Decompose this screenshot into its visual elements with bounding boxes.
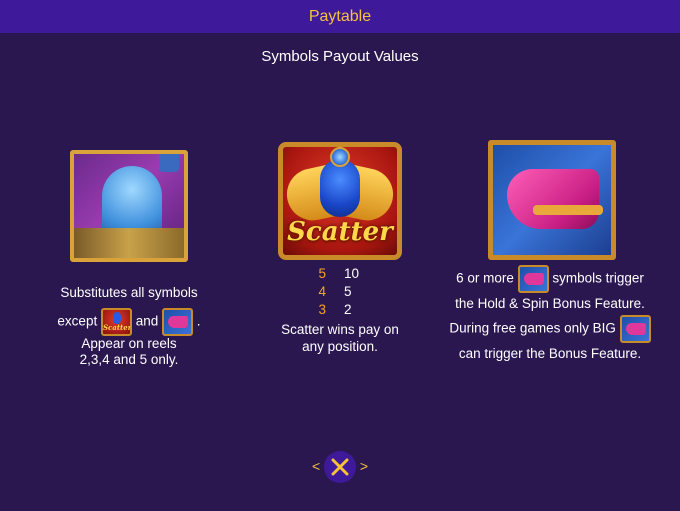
payout-count: 5 [318,266,326,281]
wild-line-3: Appear on reels [81,336,177,351]
slipper-mini-icon [162,308,194,336]
payout-count: 4 [318,284,326,299]
wild-description: Substitutes all symbols except Scatter a… [30,282,228,368]
next-page-button[interactable]: > [360,458,368,474]
scatter-description: 5 10 4 5 3 2 Scatter wins pay on any position… [260,265,420,355]
scatter-scarab-icon: Scatter [278,142,402,260]
payout-value: 5 [344,284,352,299]
genie-wild-icon [70,150,188,262]
period-mark: . [196,313,201,329]
scatter-payout-table: 5 10 4 5 3 2 [260,265,420,319]
scatter-line-2: any position. [302,339,378,354]
slipper-mini-icon [517,265,549,293]
and-word: and [135,313,159,329]
bonus-line-3: During free games only BIG [430,315,670,343]
payout-value: 10 [344,266,360,281]
wild-line-2: except Scatter and . [30,308,228,336]
payout-row: 45 [260,283,420,301]
page-title: Paytable [308,7,372,25]
previous-page-button[interactable]: < [312,458,320,474]
bonus-line-1: 6 or more symbols trigger [430,265,670,293]
close-button[interactable] [324,451,356,483]
magic-slipper-bonus-icon [488,140,616,260]
paytable-navigation: < > [308,450,372,484]
close-x-icon [331,458,349,476]
wild-line-1: Substitutes all symbols [60,285,198,300]
scatter-mini-icon: Scatter [100,308,132,336]
payout-count: 3 [318,302,326,317]
except-word: except [57,313,98,329]
section-title: Symbols Payout Values [261,48,419,65]
payout-row: 32 [260,301,420,319]
slipper-mini-icon [619,315,651,343]
payout-row: 5 10 [260,265,420,283]
bonus-line-2: the Hold & Spin Bonus Feature. [455,296,645,311]
paytable-header: Paytable [0,0,680,33]
payout-value: 2 [344,302,352,317]
wild-line-4: 2,3,4 and 5 only. [79,352,179,367]
scatter-line-1: Scatter wins pay on [281,322,399,337]
bonus-line-4: can trigger the Bonus Feature. [458,346,642,361]
scatter-icon-text: Scatter [287,217,393,247]
bonus-description: 6 or more symbols trigger the Hold & Spi… [430,265,670,365]
